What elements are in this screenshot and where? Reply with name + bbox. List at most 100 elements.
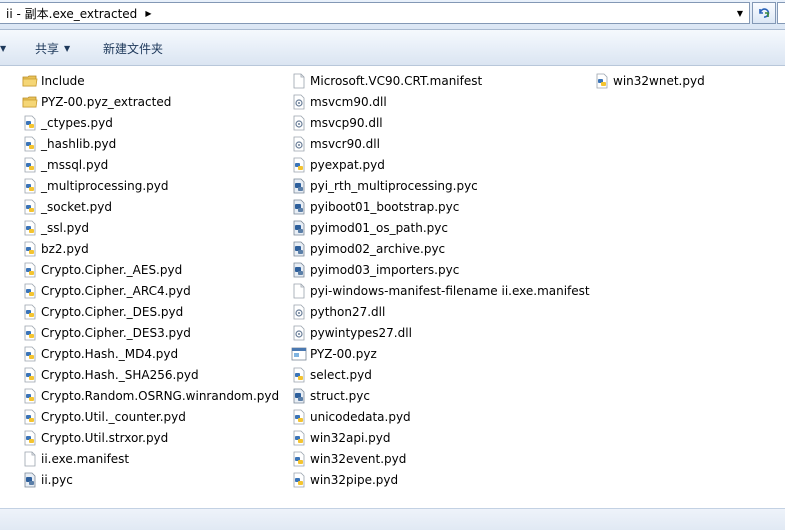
- file-name: win32pipe.pyd: [310, 472, 399, 487]
- file-column-3: win32wnet.pyd: [594, 70, 705, 91]
- command-toolbar: ▼ 共享 ▼ 新建文件夹: [0, 30, 785, 66]
- file-name: select.pyd: [310, 367, 372, 382]
- new-folder-button[interactable]: 新建文件夹: [103, 30, 163, 66]
- file-name: PYZ-00.pyz_extracted: [41, 94, 172, 109]
- file-name: Crypto.Util.strxor.pyd: [41, 430, 169, 445]
- file-item[interactable]: ii.exe.manifest: [22, 448, 279, 469]
- file-item[interactable]: _multiprocessing.pyd: [22, 175, 279, 196]
- file-name: Crypto.Hash._SHA256.pyd: [41, 367, 199, 382]
- file-item[interactable]: _hashlib.pyd: [22, 133, 279, 154]
- file-item[interactable]: Crypto.Util._counter.pyd: [22, 406, 279, 427]
- breadcrumb-arrow-icon[interactable]: ▶: [145, 9, 151, 18]
- file-item[interactable]: pyimod03_importers.pyc: [291, 259, 590, 280]
- file-item[interactable]: msvcr90.dll: [291, 133, 590, 154]
- file-column-2: Microsoft.VC90.CRT.manifest msvcm90.dll ms…: [291, 70, 590, 490]
- python-file-icon: [22, 115, 38, 131]
- file-item[interactable]: pyimod02_archive.pyc: [291, 238, 590, 259]
- file-item[interactable]: PYZ-00.pyz_extracted: [22, 91, 279, 112]
- file-item[interactable]: PYZ-00.pyz: [291, 343, 590, 364]
- share-label: 共享: [35, 41, 60, 56]
- dll-file-icon: [291, 94, 307, 110]
- address-history-dropdown-icon[interactable]: ▼: [731, 3, 749, 23]
- file-item[interactable]: Microsoft.VC90.CRT.manifest: [291, 70, 590, 91]
- file-item[interactable]: Crypto.Hash._MD4.pyd: [22, 343, 279, 364]
- file-item[interactable]: win32event.pyd: [291, 448, 590, 469]
- file-name: Crypto.Util._counter.pyd: [41, 409, 186, 424]
- file-item[interactable]: _ssl.pyd: [22, 217, 279, 238]
- python-compiled-icon: [291, 220, 307, 236]
- organize-caret-icon[interactable]: ▼: [0, 30, 6, 66]
- address-bar[interactable]: ii - 副本.exe_extracted ▶ ▼: [0, 2, 750, 24]
- file-name: ii.pyc: [41, 472, 73, 487]
- file-item[interactable]: python27.dll: [291, 301, 590, 322]
- file-item[interactable]: pywintypes27.dll: [291, 322, 590, 343]
- refresh-button[interactable]: [752, 2, 776, 24]
- file-item[interactable]: select.pyd: [291, 364, 590, 385]
- blank-file-icon: [22, 451, 38, 467]
- file-item[interactable]: _ctypes.pyd: [22, 112, 279, 133]
- file-item[interactable]: Crypto.Random.OSRNG.winrandom.pyd: [22, 385, 279, 406]
- file-item[interactable]: pyi-windows-manifest-filename ii.exe.man…: [291, 280, 590, 301]
- file-item[interactable]: Crypto.Cipher._DES3.pyd: [22, 322, 279, 343]
- file-name: bz2.pyd: [41, 241, 89, 256]
- python-compiled-icon: [291, 241, 307, 257]
- dll-file-icon: [291, 304, 307, 320]
- file-item[interactable]: _socket.pyd: [22, 196, 279, 217]
- file-name: Include: [41, 73, 85, 88]
- file-item[interactable]: struct.pyc: [291, 385, 590, 406]
- file-name: win32wnet.pyd: [613, 73, 705, 88]
- share-button[interactable]: 共享 ▼: [35, 30, 70, 66]
- file-name: pywintypes27.dll: [310, 325, 412, 340]
- file-item[interactable]: _mssql.pyd: [22, 154, 279, 175]
- file-item[interactable]: win32wnet.pyd: [594, 70, 705, 91]
- python-file-icon: [22, 346, 38, 362]
- breadcrumb-current-folder[interactable]: ii - 副本.exe_extracted: [0, 5, 137, 22]
- file-name: pyimod02_archive.pyc: [310, 241, 446, 256]
- file-item[interactable]: pyiboot01_bootstrap.pyc: [291, 196, 590, 217]
- file-name: ii.exe.manifest: [41, 451, 130, 466]
- python-file-icon: [291, 367, 307, 383]
- file-item[interactable]: pyimod01_os_path.pyc: [291, 217, 590, 238]
- dll-file-icon: [291, 136, 307, 152]
- file-item[interactable]: Crypto.Cipher._ARC4.pyd: [22, 280, 279, 301]
- python-file-icon: [291, 157, 307, 173]
- python-file-icon: [22, 136, 38, 152]
- file-item[interactable]: pyexpat.pyd: [291, 154, 590, 175]
- file-name: pyimod01_os_path.pyc: [310, 220, 448, 235]
- dll-file-icon: [291, 115, 307, 131]
- file-name: win32api.pyd: [310, 430, 391, 445]
- python-file-icon: [291, 409, 307, 425]
- new-folder-label: 新建文件夹: [103, 41, 164, 56]
- file-name: _ssl.pyd: [41, 220, 89, 235]
- python-file-icon: [22, 199, 38, 215]
- file-list: Include PYZ-00.pyz_extracted _ctypes.pyd _h…: [0, 66, 785, 508]
- search-box-edge[interactable]: [777, 2, 785, 24]
- file-name: _ctypes.pyd: [41, 115, 113, 130]
- python-file-icon: [22, 178, 38, 194]
- file-name: struct.pyc: [310, 388, 370, 403]
- file-name: Crypto.Cipher._DES.pyd: [41, 304, 184, 319]
- python-compiled-icon: [291, 199, 307, 215]
- file-item[interactable]: Crypto.Util.strxor.pyd: [22, 427, 279, 448]
- file-item[interactable]: msvcm90.dll: [291, 91, 590, 112]
- file-name: Crypto.Hash._MD4.pyd: [41, 346, 179, 361]
- details-pane: [0, 508, 785, 530]
- python-file-icon: [22, 409, 38, 425]
- python-file-icon: [291, 451, 307, 467]
- python-file-icon: [22, 157, 38, 173]
- file-item[interactable]: win32api.pyd: [291, 427, 590, 448]
- file-item[interactable]: Crypto.Hash._SHA256.pyd: [22, 364, 279, 385]
- file-item[interactable]: ii.pyc: [22, 469, 279, 490]
- python-file-icon: [22, 388, 38, 404]
- file-item[interactable]: Crypto.Cipher._DES.pyd: [22, 301, 279, 322]
- file-item[interactable]: unicodedata.pyd: [291, 406, 590, 427]
- file-item[interactable]: Crypto.Cipher._AES.pyd: [22, 259, 279, 280]
- file-item[interactable]: Include: [22, 70, 279, 91]
- python-file-icon: [291, 430, 307, 446]
- file-item[interactable]: pyi_rth_multiprocessing.pyc: [291, 175, 590, 196]
- file-item[interactable]: msvcp90.dll: [291, 112, 590, 133]
- file-item[interactable]: bz2.pyd: [22, 238, 279, 259]
- explorer-window: ii - 副本.exe_extracted ▶ ▼ ▼ 共享 ▼ 新建文件夹 I…: [0, 0, 785, 530]
- file-item[interactable]: win32pipe.pyd: [291, 469, 590, 490]
- address-bar-row: ii - 副本.exe_extracted ▶ ▼: [0, 0, 785, 30]
